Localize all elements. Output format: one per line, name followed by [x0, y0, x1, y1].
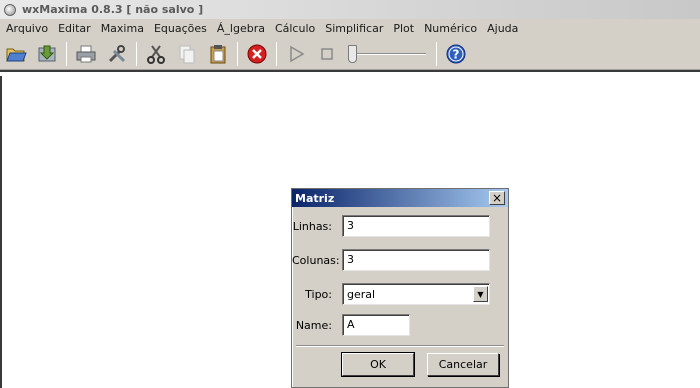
menu-ajuda[interactable]: Ajuda	[487, 22, 518, 35]
menu-editar[interactable]: Editar	[58, 22, 91, 35]
slider-track	[348, 52, 426, 55]
ok-button[interactable]: OK	[341, 352, 415, 377]
save-icon[interactable]	[33, 40, 61, 68]
cut-icon[interactable]	[142, 40, 170, 68]
wxmaxima-icon	[4, 3, 16, 16]
dialog-titlebar: Matriz ×	[292, 189, 508, 207]
svg-text:?: ?	[453, 47, 460, 61]
rows-label: Linhas:	[292, 219, 332, 233]
menu-plot[interactable]: Plot	[393, 22, 414, 35]
interrupt-icon[interactable]	[243, 40, 271, 68]
toolbar-separator	[237, 41, 238, 66]
rows-row: Linhas: 3	[292, 215, 490, 237]
cols-input[interactable]: 3	[342, 249, 490, 271]
type-select-value: geral	[347, 287, 376, 301]
menu-bar: Arquivo Editar Maxima Equações Á_lgebra …	[0, 19, 700, 38]
toolbar-separator	[276, 41, 277, 66]
dialog-title: Matriz	[295, 191, 335, 205]
name-row: Name: A	[292, 314, 410, 336]
preferences-icon[interactable]	[103, 40, 131, 68]
window-titlebar: wxMaxima 0.8.3 [ não salvo ]	[0, 0, 700, 19]
matrix-dialog: Matriz × Linhas: 3 Colunas: 3 Tipo: gera…	[291, 188, 509, 388]
dialog-divider	[296, 345, 504, 347]
name-input[interactable]: A	[342, 314, 410, 336]
toolbar: ?	[0, 38, 700, 70]
animation-slider[interactable]	[346, 42, 426, 66]
menu-numerico[interactable]: Numérico	[424, 22, 477, 35]
menu-calculo[interactable]: Cálculo	[275, 22, 315, 35]
type-label: Tipo:	[305, 287, 332, 301]
play-icon[interactable]	[282, 40, 310, 68]
menu-arquivo[interactable]: Arquivo	[6, 22, 48, 35]
menu-maxima[interactable]: Maxima	[101, 22, 144, 35]
menu-simplificar[interactable]: Simplificar	[325, 22, 383, 35]
type-select[interactable]: geral ▼	[342, 283, 490, 305]
toolbar-separator	[136, 41, 137, 66]
toolbar-separator	[66, 41, 67, 66]
toolbar-separator	[436, 41, 437, 66]
slider-thumb[interactable]	[348, 44, 357, 63]
stop-icon[interactable]	[313, 40, 341, 68]
worksheet-border	[0, 70, 700, 74]
close-icon[interactable]: ×	[489, 191, 505, 205]
print-icon[interactable]	[72, 40, 100, 68]
name-label: Name:	[295, 318, 332, 332]
paste-icon[interactable]	[204, 40, 232, 68]
rows-input[interactable]: 3	[342, 215, 490, 237]
open-folder-icon[interactable]	[2, 40, 30, 68]
window-title: wxMaxima 0.8.3 [ não salvo ]	[22, 3, 204, 16]
cancel-button[interactable]: Cancelar	[427, 353, 499, 376]
cols-row: Colunas: 3	[292, 249, 490, 271]
type-row: Tipo: geral ▼	[292, 283, 490, 305]
help-icon[interactable]: ?	[442, 40, 470, 68]
cols-label: Colunas:	[292, 253, 340, 267]
copy-icon[interactable]	[173, 40, 201, 68]
menu-equacoes[interactable]: Equações	[154, 22, 207, 35]
chevron-down-icon[interactable]: ▼	[473, 286, 488, 302]
menu-algebra[interactable]: Á_lgebra	[217, 22, 265, 35]
